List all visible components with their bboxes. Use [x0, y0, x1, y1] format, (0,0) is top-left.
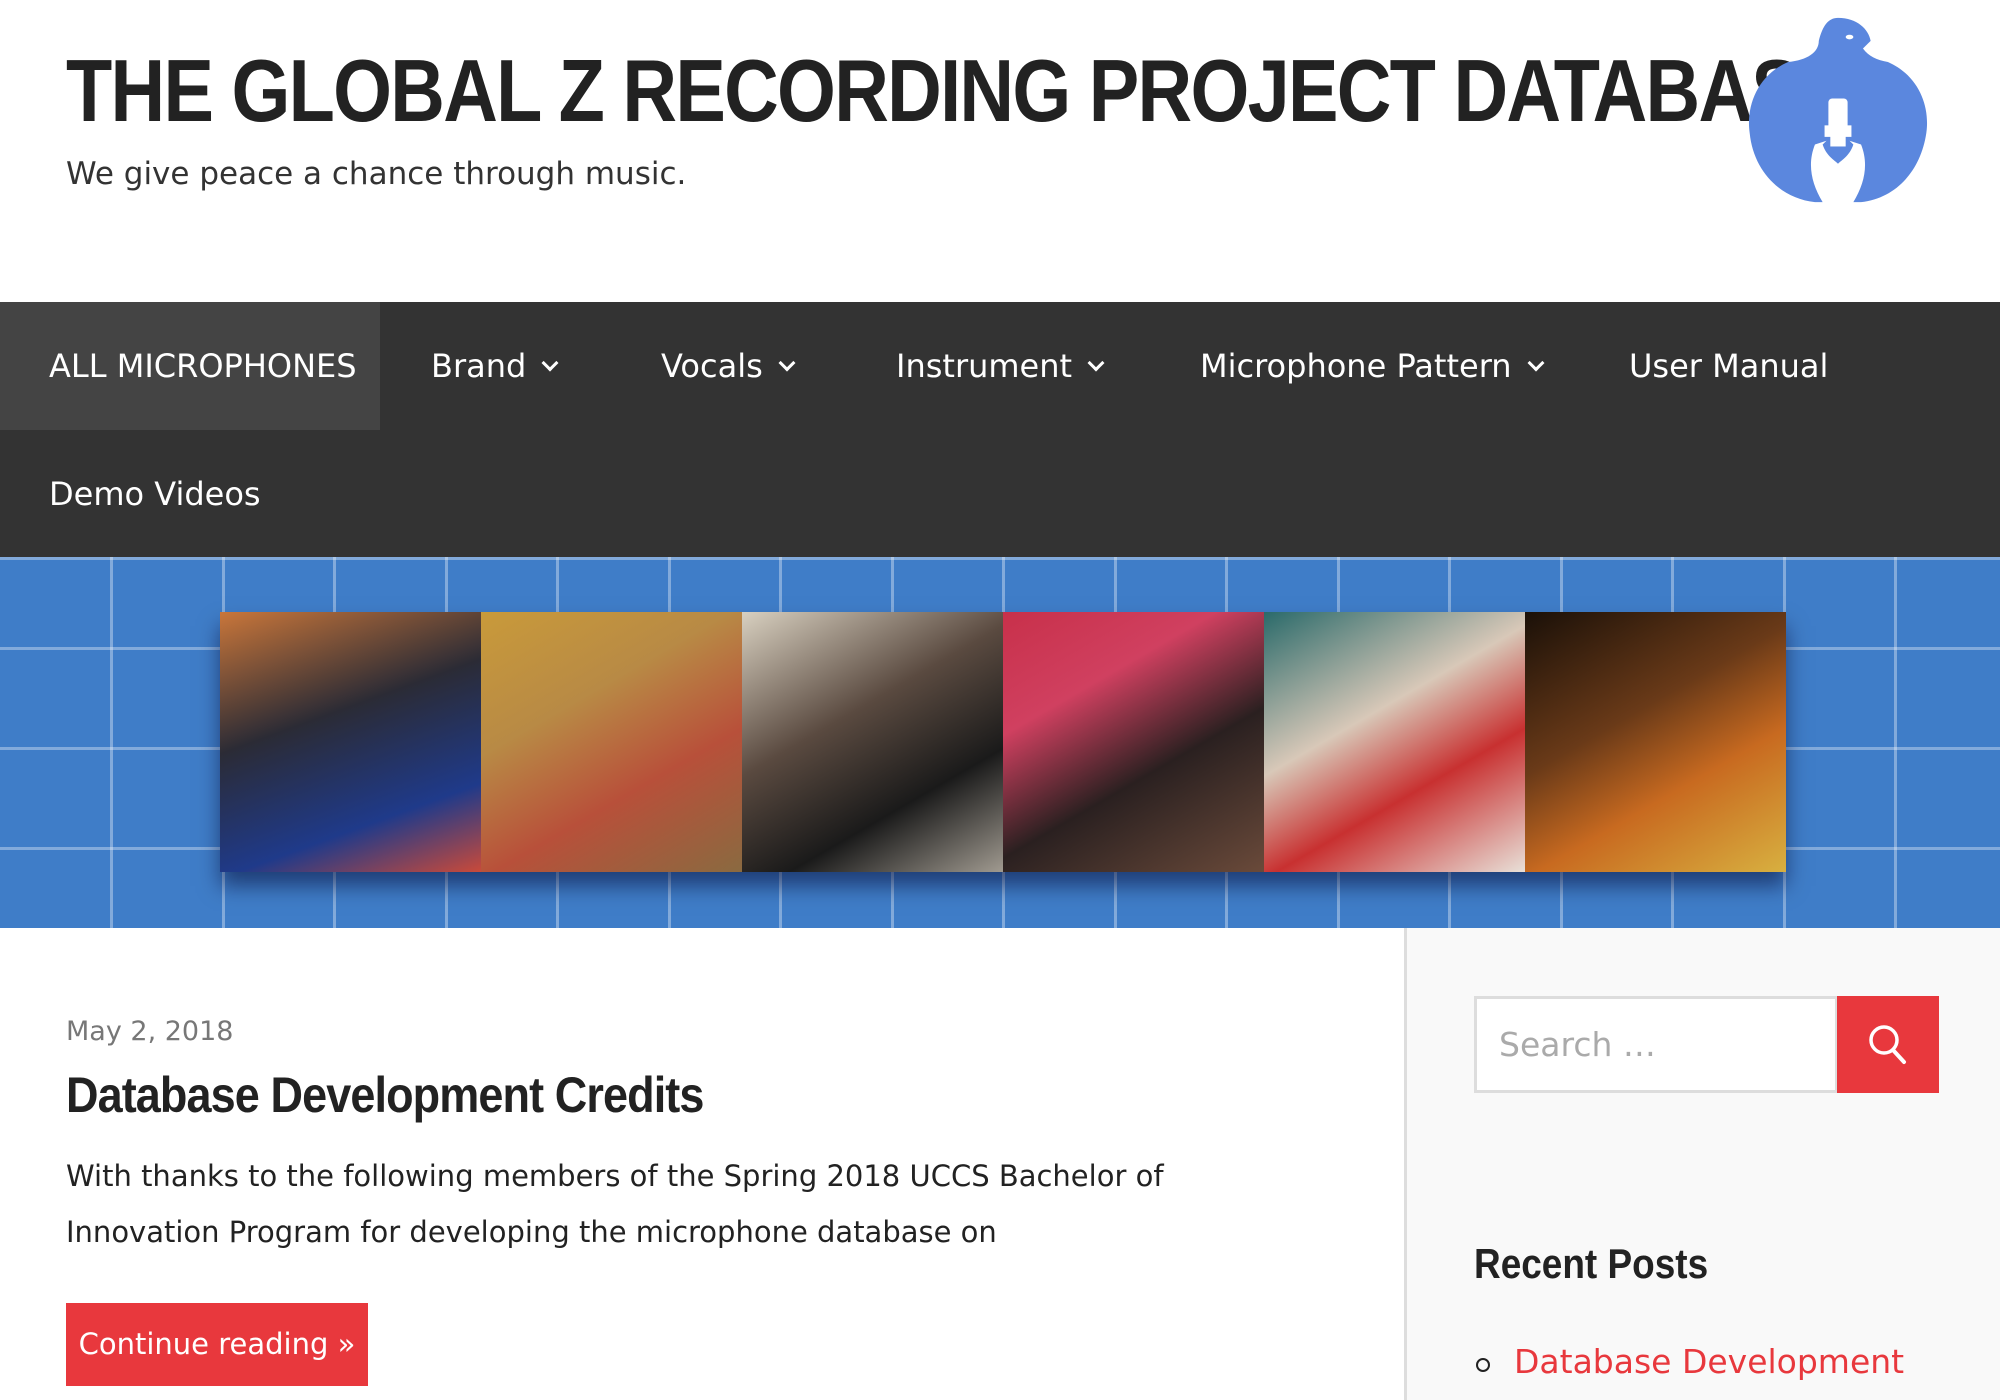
- nav-brand[interactable]: Brand: [431, 302, 559, 430]
- nav-label: User Manual: [1629, 347, 1829, 385]
- recent-post-link[interactable]: Database Development: [1514, 1342, 1904, 1381]
- main-nav: ALL MICROPHONES Brand Vocals Instrument …: [0, 302, 2000, 557]
- post-date[interactable]: May 2, 2018: [66, 1016, 233, 1047]
- continue-reading-button[interactable]: Continue reading »: [66, 1303, 368, 1386]
- nav-label: Brand: [431, 347, 527, 385]
- dove-microphone-logo-icon[interactable]: [1740, 14, 1936, 206]
- photo-bagpiper: [220, 612, 481, 872]
- post-title[interactable]: Database Development Credits: [66, 1066, 704, 1124]
- nav-user-manual[interactable]: User Manual: [1629, 302, 1828, 430]
- photo-guitar-boy: [481, 612, 742, 872]
- chevron-down-icon: [541, 354, 559, 372]
- header-banner-image: [0, 557, 2000, 928]
- nav-all-microphones[interactable]: ALL MICROPHONES: [0, 302, 380, 430]
- nav-vocals[interactable]: Vocals: [661, 302, 796, 430]
- site-title[interactable]: THE GLOBAL Z RECORDING PROJECT DATABASE: [66, 40, 1851, 142]
- nav-label: Vocals: [661, 347, 763, 385]
- nav-demo-videos[interactable]: Demo Videos: [49, 430, 261, 558]
- site-tagline: We give peace a chance through music.: [66, 156, 687, 192]
- list-bullet-icon: [1476, 1358, 1490, 1372]
- recent-posts-heading: Recent Posts: [1474, 1240, 1709, 1287]
- chevron-down-icon: [778, 354, 796, 372]
- search-button[interactable]: [1837, 996, 1939, 1093]
- nav-instrument[interactable]: Instrument: [896, 302, 1105, 430]
- search-input[interactable]: [1474, 996, 1838, 1093]
- chevron-down-icon: [1527, 354, 1545, 372]
- photo-sitar: [1003, 612, 1264, 872]
- nav-microphone-pattern[interactable]: Microphone Pattern: [1200, 302, 1545, 430]
- nav-label: ALL MICROPHONES: [49, 347, 357, 385]
- nav-label: Instrument: [896, 347, 1073, 385]
- photo-singer: [742, 612, 1003, 872]
- post-excerpt: With thanks to the following members of …: [66, 1159, 1164, 1249]
- search-icon: [1869, 1025, 1906, 1064]
- photo-flute: [1264, 612, 1525, 872]
- chevron-down-icon: [1087, 354, 1105, 372]
- musicians-photo-strip: [220, 612, 1786, 872]
- photo-drummer: [1525, 612, 1786, 872]
- nav-label: Microphone Pattern: [1200, 347, 1512, 385]
- nav-label: Demo Videos: [49, 475, 261, 513]
